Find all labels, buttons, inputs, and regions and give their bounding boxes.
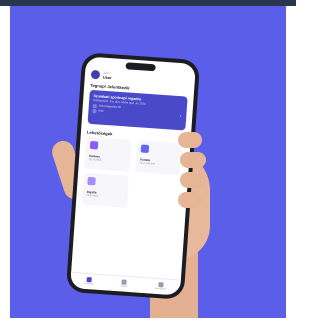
- tab-calendar-label: Naptár: [120, 285, 128, 288]
- tile-1-icon: [89, 140, 99, 150]
- tab-calendar[interactable]: Naptár: [120, 279, 128, 288]
- phone-notch: [125, 62, 156, 72]
- tab-events-label: Események: [154, 287, 167, 291]
- clock-icon: [92, 108, 97, 113]
- hand-finger-2: [180, 152, 206, 168]
- avatar[interactable]: [90, 69, 101, 80]
- quick-section-title: Lehetőségek: [86, 129, 113, 137]
- list-icon: [158, 282, 164, 288]
- tab-bar: Kezdőlap Naptár Események: [70, 271, 181, 296]
- hand-finger-3: [180, 172, 206, 188]
- hand-finger-4: [178, 192, 202, 208]
- tile-3[interactable]: Ingatla Nem hirek: [81, 172, 130, 208]
- home-icon: [86, 277, 92, 283]
- tab-events[interactable]: Események: [155, 282, 167, 291]
- tab-home-label: Kezdőlap: [84, 282, 94, 286]
- hand-finger-1: [178, 132, 202, 148]
- tile-1[interactable]: Kedves Igy és lélek: [84, 136, 132, 172]
- calendar-tab-icon: [121, 279, 128, 285]
- event-time: 8:00: [98, 109, 104, 113]
- tile-3-icon: [87, 176, 96, 186]
- phone-screen: Szia! User Tegnap! Jelentkezik Szombati …: [70, 56, 196, 296]
- calendar-icon: [92, 103, 97, 108]
- tile-2[interactable]: Fontos Szia, egy ima: [135, 140, 183, 176]
- app-header: Szia! User: [90, 69, 112, 81]
- event-card[interactable]: Szombati sportnapi regattra Kaféhaztam: …: [87, 89, 188, 131]
- tab-home[interactable]: Kezdőlap: [84, 277, 94, 286]
- header-name: User: [102, 74, 112, 81]
- tile-2-icon: [140, 144, 150, 154]
